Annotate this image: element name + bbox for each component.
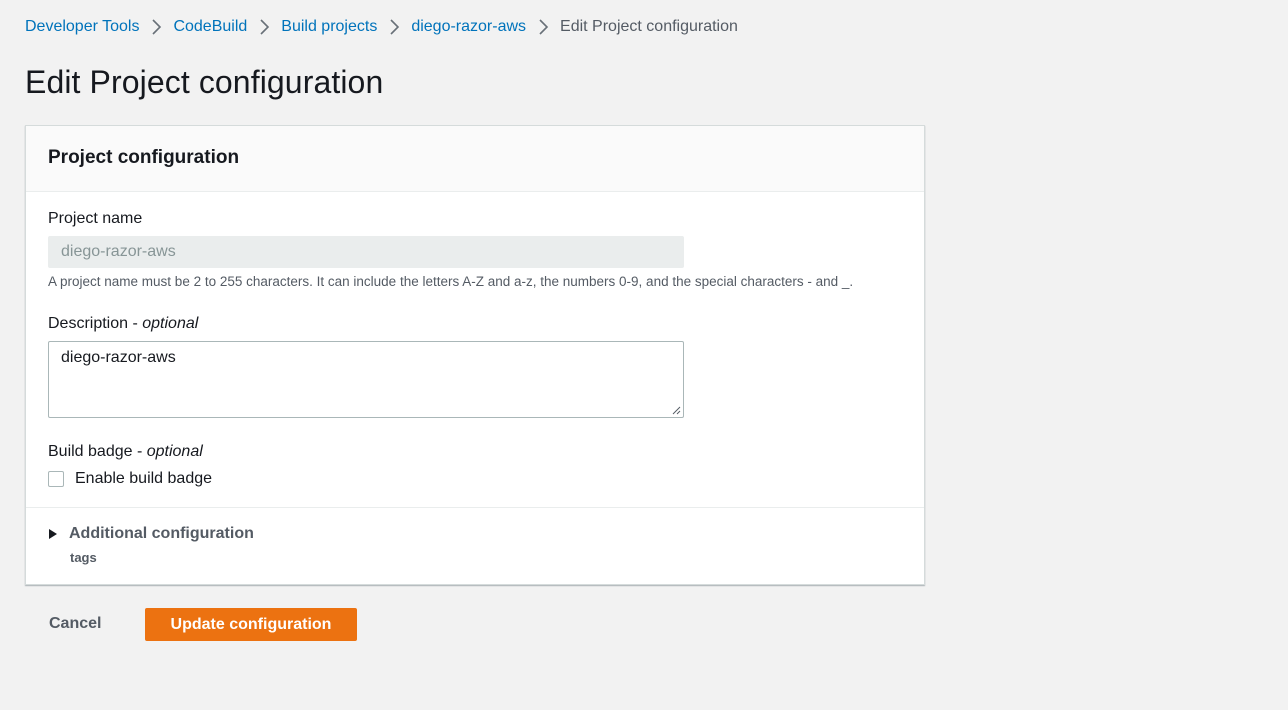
build-badge-label: Build badge - optional: [48, 443, 203, 461]
enable-build-badge-checkbox[interactable]: [48, 471, 64, 487]
additional-configuration-subtitle: tags: [70, 550, 97, 565]
build-badge-label-text: Build badge -: [48, 443, 147, 460]
description-value: diego-razor-aws: [61, 349, 176, 366]
optional-marker: optional: [146, 443, 203, 460]
enable-build-badge-label[interactable]: Enable build badge: [75, 470, 212, 488]
chevron-right-icon: [251, 17, 277, 37]
description-label: Description - optional: [48, 315, 198, 333]
chevron-right-icon: [530, 17, 556, 37]
breadcrumb-developer-tools[interactable]: Developer Tools: [25, 18, 139, 36]
enable-build-badge-option[interactable]: Enable build badge: [48, 470, 212, 488]
project-configuration-panel: Project configuration Project name diego…: [25, 125, 925, 585]
project-name-input: diego-razor-aws: [48, 236, 684, 268]
breadcrumb-build-projects[interactable]: Build projects: [281, 18, 377, 36]
breadcrumb-codebuild[interactable]: CodeBuild: [173, 18, 247, 36]
cancel-button[interactable]: Cancel: [36, 608, 114, 640]
update-configuration-button[interactable]: Update configuration: [145, 608, 357, 641]
breadcrumb-project[interactable]: diego-razor-aws: [411, 18, 526, 36]
chevron-right-icon: [143, 17, 169, 37]
additional-configuration-toggle[interactable]: Additional configuration: [48, 525, 254, 543]
caret-right-icon: [49, 529, 57, 539]
section-divider: [26, 507, 924, 508]
description-label-text: Description -: [48, 315, 143, 332]
chevron-right-icon: [381, 17, 407, 37]
panel-header: Project configuration: [26, 126, 924, 192]
breadcrumb: Developer Tools CodeBuild Build projects…: [25, 17, 738, 37]
optional-marker: optional: [142, 315, 199, 332]
breadcrumb-current: Edit Project configuration: [560, 18, 738, 35]
resize-grip-icon[interactable]: [672, 406, 681, 415]
additional-configuration-label[interactable]: Additional configuration: [69, 525, 254, 543]
project-name-hint: A project name must be 2 to 255 characte…: [48, 274, 854, 289]
panel-title: Project configuration: [48, 147, 240, 168]
description-textarea[interactable]: diego-razor-aws: [48, 341, 684, 418]
project-name-label: Project name: [48, 210, 143, 227]
page-title: Edit Project configuration: [25, 64, 384, 100]
